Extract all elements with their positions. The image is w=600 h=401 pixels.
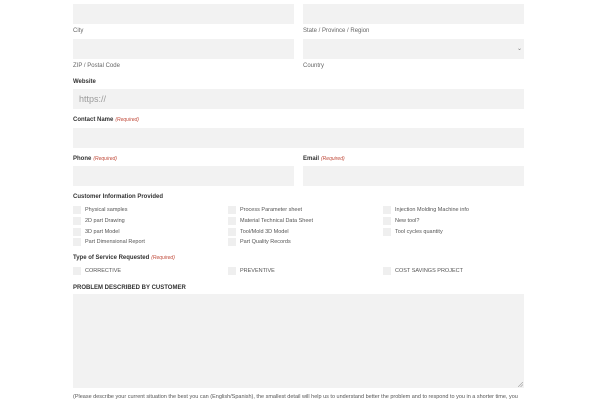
option-label: Process Parameter sheet: [240, 207, 303, 213]
required-marker: (Required): [321, 156, 345, 162]
resize-handle-icon[interactable]: [518, 382, 523, 387]
option-label: Injection Molding Machine info: [395, 207, 469, 213]
checkbox-material-technical-data-sheet[interactable]: [228, 217, 236, 225]
email-label-text: Email: [303, 156, 320, 162]
phone-field[interactable]: [73, 166, 294, 186]
service-type-label: Type of Service Requested (Required): [73, 254, 175, 262]
checkbox-3d-part-model[interactable]: [73, 228, 81, 236]
zip-field[interactable]: [73, 39, 294, 59]
country-label: Country: [303, 63, 325, 69]
website-label: Website: [73, 79, 96, 85]
required-marker: (Required): [151, 255, 175, 261]
required-marker: (Required): [115, 117, 139, 123]
option-label: Tool cycles quantity: [395, 229, 443, 235]
contact-name-field[interactable]: [73, 128, 524, 148]
city-label: City: [73, 28, 84, 34]
checkbox-physical-samples[interactable]: [73, 206, 81, 214]
option-label: 2D part Drawing: [85, 218, 125, 224]
checkbox-part-quality-records[interactable]: [228, 238, 236, 246]
chevron-down-icon: ⌄: [516, 46, 522, 52]
checkbox-process-parameter-sheet[interactable]: [228, 206, 236, 214]
contact-name-label-text: Contact Name: [73, 117, 114, 123]
option-label: Part Dimensional Report: [85, 239, 145, 245]
checkbox-tool-cycles-quantity[interactable]: [383, 228, 391, 236]
checkbox-2d-part-drawing[interactable]: [73, 217, 81, 225]
option-label: Tool/Mold 3D Model: [240, 229, 289, 235]
street-address-field[interactable]: [73, 4, 294, 24]
website-field[interactable]: https://: [73, 89, 524, 109]
website-placeholder: https://: [79, 94, 107, 104]
option-label: PREVENTIVE: [240, 268, 275, 274]
option-label: COST SAVINGS PROJECT: [395, 268, 463, 274]
checkbox-cost-savings-project[interactable]: [383, 267, 391, 275]
contact-name-label: Contact Name (Required): [73, 116, 139, 124]
option-label: CORRECTIVE: [85, 268, 122, 274]
checkbox-part-dimensional-report[interactable]: [73, 238, 81, 246]
option-label: Physical samples: [85, 207, 128, 213]
email-label: Email (Required): [303, 155, 345, 163]
checkbox-injection-molding-machine-info[interactable]: [383, 206, 391, 214]
checkbox-preventive[interactable]: [228, 267, 236, 275]
email-field[interactable]: [303, 166, 524, 186]
state-label: State / Province / Region: [303, 28, 370, 34]
checkbox-corrective[interactable]: [73, 267, 81, 275]
option-label: 3D part Model: [85, 229, 120, 235]
problem-textarea[interactable]: [73, 294, 524, 388]
option-label: Material Technical Data Sheet: [240, 218, 313, 224]
problem-label: PROBLEM DESCRIBED BY CUSTOMER: [73, 285, 186, 291]
phone-label: Phone (Required): [73, 155, 117, 163]
option-label: Part Quality Records: [240, 239, 291, 245]
required-marker: (Required): [93, 156, 117, 162]
service-type-label-text: Type of Service Requested: [73, 255, 150, 261]
country-select[interactable]: ⌄: [303, 39, 524, 59]
checkbox-new-tool[interactable]: [383, 217, 391, 225]
phone-label-text: Phone: [73, 156, 92, 162]
address-line-2-field[interactable]: [303, 4, 524, 24]
option-label: New tool?: [395, 218, 420, 224]
customer-info-label: Customer Information Provided: [73, 194, 164, 200]
checkbox-tool-mold-3d-model[interactable]: [228, 228, 236, 236]
zip-label: ZIP / Postal Code: [73, 63, 120, 69]
